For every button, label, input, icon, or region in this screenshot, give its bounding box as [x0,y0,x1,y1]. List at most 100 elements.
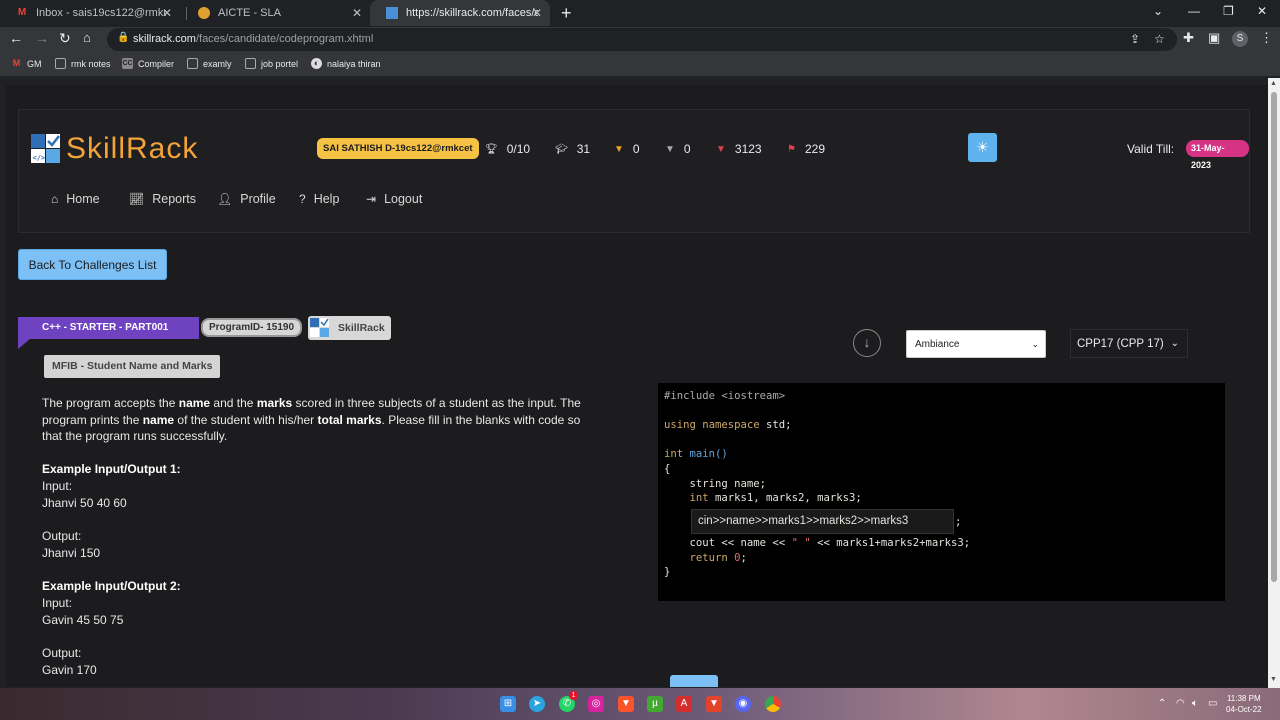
user-icon: 👤︎ [217,192,233,206]
new-tab-icon[interactable]: + [561,3,572,24]
back-to-challenges-button[interactable]: Back To Challenges List [18,249,167,280]
notification-badge: 1 [569,691,578,700]
bookmark-rmk-notes[interactable]: rmk notes [55,58,111,69]
clock-time: 11:38 PM [1226,694,1261,703]
language-select[interactable]: CPP17 (CPP 17) ⌄ [1070,329,1188,358]
chrome-icon[interactable] [765,696,781,712]
example-input: Jhanvi 50 40 60 [42,496,127,510]
source-tag: SkillRack [308,316,391,340]
reload-icon[interactable]: ↻ [59,30,71,47]
battery-icon[interactable]: ▭ [1208,698,1217,709]
aicte-icon [198,7,210,19]
bookmark-job-portel[interactable]: job portel [245,58,298,69]
site-logo-text: SkillRack [66,132,199,165]
gold-medal-icon: ▼ [614,143,624,155]
brave-beta-icon[interactable]: ▼ [706,696,722,712]
home-icon[interactable]: ⌂ [83,30,91,45]
stat-flags: ⚑ 229 [787,142,825,156]
nav-reports[interactable]: 📈︎ Reports [129,192,196,206]
profile-avatar[interactable]: S [1232,31,1248,47]
globe-icon: ◐ [311,58,322,69]
scroll-down-icon[interactable]: ▼ [1270,676,1277,683]
svg-text:</>: </> [33,154,46,162]
windows-start-icon[interactable]: ⊞ [500,696,516,712]
back-arrow-icon[interactable]: ← [9,30,23,46]
code-line: using namespace std; [664,419,792,431]
tab-skillrack[interactable]: https://skillrack.com/faces/candidat ✕ [370,0,550,26]
nav-profile[interactable]: 👤︎ Profile [217,192,276,206]
extensions-icon[interactable]: ✚ [1183,30,1194,46]
skillrack-page: </> SkillRack SAI SATHISH D-19cs122@rmkc… [6,85,1268,687]
graduation-cap-icon: 🎓︎ [555,143,568,155]
volume-icon[interactable]: 🔈︎ [1192,698,1198,709]
forward-arrow-icon[interactable]: → [35,30,49,46]
menu-kebab-icon[interactable]: ⋮ [1260,30,1273,46]
run-button[interactable] [670,675,718,687]
example-output-label: Output: [42,646,82,660]
logout-icon: ⇥ [366,192,377,206]
wifi-icon[interactable]: ◠ [1176,698,1185,709]
example-input: Gavin 45 50 75 [42,613,124,627]
system-clock[interactable]: 11:38 PM 04-Oct-22 [1226,693,1262,715]
tab-search-icon[interactable]: ⌄ [1153,4,1163,18]
download-button[interactable]: ↓ [853,329,881,357]
problem-description: The program accepts the name and the mar… [42,396,581,443]
discord-icon[interactable]: ◉ [735,696,751,712]
example-heading: Example Input/Output 2: [42,579,181,593]
close-window-icon[interactable]: ✕ [1257,4,1267,18]
address-bar[interactable]: 🔒 skillrack.com/faces/candidate/codeprog… [107,28,1177,51]
stat-silver: ▼ 0 [665,142,691,156]
skillrack-logo: </> [31,134,60,163]
example-heading: Example Input/Output 1: [42,462,181,476]
close-tab-icon[interactable]: ✕ [162,6,172,20]
share-icon[interactable]: ⇪ [1130,32,1140,46]
brave-icon[interactable]: ▼ [618,696,634,712]
tab-gmail[interactable]: M Inbox - sais19cs122@rmkcet.ac.in ✕ [0,0,180,26]
bookmark-compiler[interactable]: CC Compiler [122,58,174,69]
gmail-icon: M [17,7,27,18]
example-output: Gavin 170 [42,663,97,677]
scroll-up-icon[interactable]: ▲ [1270,80,1277,87]
code-editor[interactable]: #include <iostream> using namespace std;… [658,383,1225,601]
nav-home[interactable]: ⌂ Home [51,192,100,206]
course-tag: C++ - STARTER - PART001 [18,317,199,339]
sidepanel-icon[interactable]: ▣ [1208,30,1220,46]
bookmark-examly[interactable]: examly [187,58,232,69]
page-scrollbar[interactable]: ▲ ▼ [1268,78,1280,688]
nav-logout[interactable]: ⇥ Logout [366,192,422,206]
page-icon [245,58,256,69]
bookmark-gm[interactable]: M GM [11,58,42,69]
skillrack-icon [386,7,398,19]
code-line: ; [955,516,962,528]
user-badge: SAI SATHISH D-19cs122@rmkcet [317,138,479,159]
example-input-label: Input: [42,596,73,610]
telegram-icon[interactable]: ➤ [529,696,545,712]
url-text[interactable]: skillrack.com/faces/candidate/codeprogra… [133,33,373,45]
tray-chevron-icon[interactable]: ⌃ [1158,698,1166,709]
close-tab-icon[interactable]: ✕ [352,6,362,20]
example-input-label: Input: [42,479,73,493]
close-tab-icon[interactable]: ✕ [532,6,542,20]
bookmark-nalaiya-thiran[interactable]: ◐ nalaiya thiran [311,58,381,69]
browser-toolbar: ← → ↻ ⌂ 🔒 skillrack.com/faces/candidate/… [0,27,1280,52]
instagram-icon[interactable]: ◎ [588,696,604,712]
fill-blank-input[interactable]: cin>>name>>marks1>>marks2>>marks3 [691,509,954,534]
tab-title: Inbox - sais19cs122@rmkcet.ac.in [36,7,166,19]
nav-help[interactable]: ? Help [299,192,339,206]
flag-icon: ⚑ [787,143,796,155]
minimize-icon[interactable]: — [1188,4,1200,18]
bookmark-star-icon[interactable]: ☆ [1154,32,1165,46]
compiler-icon: CC [122,58,133,69]
question-icon: ? [299,192,306,206]
bronze-medal-icon: ▼ [716,143,726,155]
scrollbar-thumb[interactable] [1271,92,1277,582]
utorrent-icon[interactable]: µ [647,696,663,712]
maximize-icon[interactable]: ❐ [1223,4,1234,18]
tab-aicte[interactable]: AICTE - SLA ✕ [182,0,370,26]
editor-theme-select[interactable]: Ambiance ⌄ [906,330,1046,358]
valid-till-date: 31-May-2023 [1186,140,1249,170]
acrobat-icon[interactable]: A [676,696,692,712]
theme-toggle-button[interactable]: ☀ [968,133,997,162]
chart-line-icon: 📈︎ [129,192,145,206]
code-line: return 0; [664,552,747,564]
